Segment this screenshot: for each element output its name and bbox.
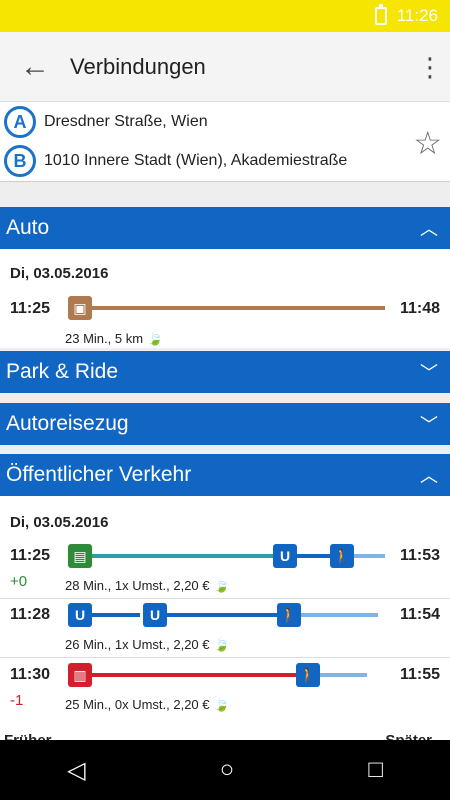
auto-info-text: 23 Min., 5 km (65, 331, 144, 346)
row3-delay: -1 (10, 692, 24, 709)
row1-departure[interactable]: 11:25 (10, 547, 50, 565)
status-bar: 11:26 (0, 0, 450, 32)
destination-row[interactable]: B 1010 Innere Stadt (Wien), Akademiestra… (4, 145, 347, 177)
chevron-down-icon: ﹀ (420, 363, 438, 383)
section-public-transport-label: Öffentlicher Verkehr (6, 463, 192, 486)
leaf-icon: 🍃 (213, 697, 230, 712)
subway-icon: U (273, 544, 297, 568)
origin-text: Dresdner Straße, Wien (44, 113, 208, 130)
nav-home-icon[interactable]: ○ (220, 756, 235, 784)
app-bar: ← Verbindungen ⋮ (0, 32, 450, 102)
car-icon: ▣ (68, 296, 92, 320)
auto-card[interactable]: Di, 03.05.2016 11:25 ▣ 11:48 23 Min., 5 … (0, 249, 450, 348)
row2-walk-line (290, 613, 378, 617)
row3-tram-line (80, 673, 300, 677)
row2-departure[interactable]: 11:28 (10, 606, 50, 624)
row2-info-text: 26 Min., 1x Umst., 2,20 € (65, 637, 210, 652)
auto-route-line (80, 306, 385, 310)
public-date: Di, 03.05.2016 (10, 514, 109, 531)
auto-departure: 11:25 (10, 300, 51, 317)
row1-delay: +0 (10, 573, 28, 590)
public-card: Di, 03.05.2016 11:25 +0 ▤ U 🚶 11:53 28 M… (0, 496, 450, 728)
row-divider (0, 657, 450, 658)
row1-info: 28 Min., 1x Umst., 2,20 € 🍃 (65, 578, 230, 594)
bus-icon: ▤ (68, 544, 92, 568)
page-title: Verbindungen (70, 53, 206, 79)
row1-info-text: 28 Min., 1x Umst., 2,20 € (65, 578, 210, 593)
status-time: 11:26 (396, 6, 438, 25)
section-public-transport[interactable]: Öffentlicher Verkehr ︿ (0, 454, 450, 496)
android-nav-bar: ◁ ○ □ (0, 740, 450, 800)
subway-icon: U (143, 603, 167, 627)
leaf-icon: 🍃 (147, 331, 164, 346)
row1-bus-line (80, 554, 280, 558)
leaf-icon: 🍃 (213, 637, 230, 652)
walk-icon: 🚶 (277, 603, 301, 627)
section-autoreisezug-label: Autoreisezug (6, 412, 129, 435)
auto-arrival: 11:48 (399, 300, 440, 317)
chevron-up-icon: ︿ (420, 219, 438, 239)
earlier-button[interactable]: Früher (4, 732, 52, 740)
section-park-ride-label: Park & Ride (6, 360, 119, 383)
battery-icon (374, 4, 387, 25)
walk-icon: 🚶 (296, 663, 320, 687)
origin-row[interactable]: A Dresdner Straße, Wien (4, 106, 208, 138)
row3-departure[interactable]: 11:30 (10, 666, 50, 684)
chevron-down-icon: ﹀ (420, 415, 438, 435)
section-park-ride[interactable]: Park & Ride ﹀ (0, 351, 450, 393)
row2-arrival: 11:54 (399, 606, 440, 623)
overflow-menu-icon[interactable]: ⋮ (410, 54, 450, 80)
row-divider (0, 598, 450, 599)
favorite-star-icon[interactable]: ☆ (413, 124, 442, 162)
leaf-icon: 🍃 (213, 578, 230, 593)
location-box: A Dresdner Straße, Wien B 1010 Innere St… (0, 102, 450, 182)
destination-text: 1010 Innere Stadt (Wien), Akademiestraße (44, 152, 348, 169)
row3-info-text: 25 Min., 0x Umst., 2,20 € (65, 697, 210, 712)
subway-icon: U (68, 603, 92, 627)
auto-date: Di, 03.05.2016 (10, 265, 109, 282)
tram-icon: ▥ (68, 663, 92, 687)
destination-marker-icon: B (4, 145, 36, 177)
row2-u-line-b (160, 613, 280, 617)
auto-info: 23 Min., 5 km 🍃 (65, 331, 163, 347)
section-auto-label: Auto (6, 216, 50, 239)
origin-marker-icon: A (4, 106, 36, 138)
row2-info: 26 Min., 1x Umst., 2,20 € 🍃 (65, 637, 230, 653)
row3-arrival: 11:55 (399, 666, 440, 683)
row3-info: 25 Min., 0x Umst., 2,20 € 🍃 (65, 697, 230, 713)
later-button[interactable]: Später (385, 732, 432, 740)
nav-back-icon[interactable]: ◁ (67, 756, 85, 785)
nav-recents-icon[interactable]: □ (368, 756, 383, 784)
row1-arrival: 11:53 (399, 547, 440, 564)
chevron-up-icon: ︿ (420, 466, 438, 486)
back-arrow-icon[interactable]: ← (0, 50, 70, 84)
footer-pagination: Früher Später (0, 728, 450, 740)
section-autoreisezug[interactable]: Autoreisezug ﹀ (0, 403, 450, 445)
walk-icon: 🚶 (330, 544, 354, 568)
section-auto[interactable]: Auto ︿ (0, 207, 450, 249)
